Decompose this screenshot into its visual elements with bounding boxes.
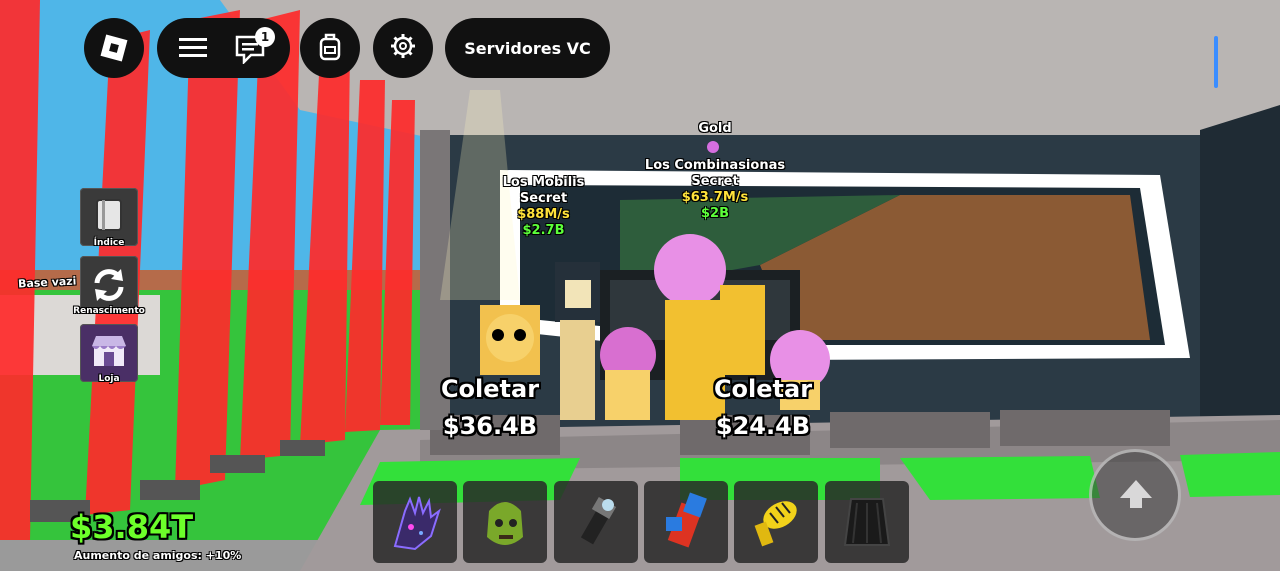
collect-2-amount: $24.4B	[715, 412, 811, 440]
collect-2-label[interactable]: Coletar	[703, 375, 823, 403]
friend-boost-text: Aumento de amigos: +10%	[74, 549, 242, 562]
roblox-logo-icon	[100, 34, 128, 62]
backpack-icon	[317, 31, 343, 65]
brainrot-1-rate: $88M/s	[517, 207, 570, 222]
game-world	[0, 0, 1280, 571]
settings-button[interactable]	[373, 18, 433, 78]
hotbar-slot-2[interactable]	[463, 481, 547, 563]
hotbar-slot-6[interactable]	[825, 481, 909, 563]
vc-servers-label: Servidores VC	[464, 38, 591, 58]
roblox-menu-button[interactable]	[84, 18, 144, 78]
jump-button[interactable]	[1089, 449, 1181, 541]
book-icon	[94, 198, 124, 238]
block-tool-icon	[656, 491, 716, 557]
flashlight-icon	[566, 491, 626, 557]
brainrot-2-rate: $63.7M/s	[681, 190, 749, 205]
brainrot-2-rarity: Gold	[698, 121, 732, 136]
brainrot-1-price: $2.7B	[522, 223, 565, 238]
hotbar-slot-3[interactable]	[554, 481, 638, 563]
brainrot-2-tier: Secret	[691, 174, 739, 189]
collect-1-amount: $36.4B	[442, 412, 538, 440]
brainrot-2-name: Los Combinasionas	[644, 158, 786, 173]
hotbar-slot-5[interactable]	[734, 481, 818, 563]
cape-icon	[837, 491, 897, 557]
galaxy-glove-icon	[385, 491, 445, 557]
zombie-head-icon	[475, 491, 535, 557]
refresh-icon	[91, 267, 127, 307]
collect-1-label[interactable]: Coletar	[430, 375, 550, 403]
shop-label: Loja	[98, 374, 120, 384]
player-list-handle[interactable]	[1214, 36, 1218, 88]
vc-servers-button[interactable]: Servidores VC	[445, 18, 610, 78]
brainrot-1-name: Los Mobilis	[502, 175, 585, 190]
rocket-launcher-icon	[746, 491, 806, 557]
gear-icon	[389, 32, 417, 64]
arrow-up-icon	[1118, 476, 1154, 516]
rebirth-label: Renascimento	[73, 306, 145, 316]
menu-icon[interactable]	[179, 37, 207, 59]
brainrot-2-price: $2B	[701, 206, 729, 221]
index-label: Índice	[93, 238, 125, 248]
hotbar-slot-4[interactable]	[644, 481, 728, 563]
hotbar-slot-1[interactable]	[373, 481, 457, 563]
money-display: $3.84T	[70, 508, 194, 546]
menu-chat-group: 1	[157, 18, 290, 78]
brainrot-1-tier: Secret	[519, 191, 568, 206]
chat-badge: 1	[255, 27, 275, 47]
shop-icon	[90, 334, 128, 372]
backpack-button[interactable]	[300, 18, 360, 78]
